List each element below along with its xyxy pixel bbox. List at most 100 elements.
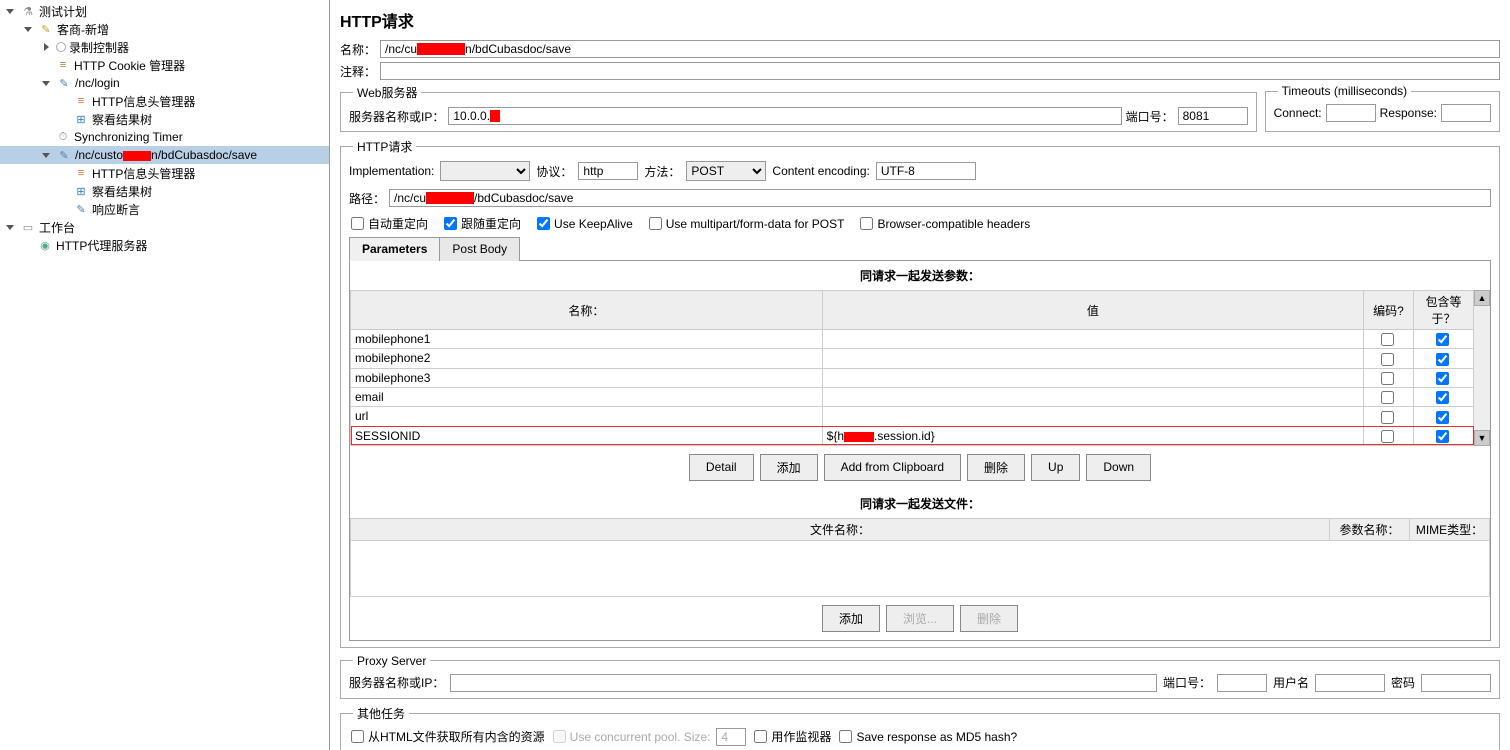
proxy-server-input[interactable] [450, 674, 1157, 692]
response-input[interactable] [1441, 104, 1491, 122]
expand-icon[interactable] [42, 43, 51, 52]
expand-icon[interactable] [6, 223, 15, 232]
port-input[interactable] [1178, 107, 1248, 125]
browser-compat-checkbox[interactable] [860, 217, 873, 230]
add-button[interactable]: 添加 [760, 454, 818, 481]
table-row[interactable]: mobilephone1 [351, 330, 1474, 349]
tree-icon [73, 183, 89, 199]
pool-checkbox [553, 730, 566, 743]
other-section: 其他任务 从HTML文件获取所有内含的资源 Use concurrent poo… [340, 705, 1500, 750]
proxy-section: Proxy Server 服务器名称或IP： 端口号： 用户名 密码 [340, 654, 1500, 699]
tree-node-selected[interactable]: /nc/custon/bdCubasdoc/save [0, 146, 329, 164]
expand-icon[interactable] [6, 7, 15, 16]
retrieve-checkbox[interactable] [351, 730, 364, 743]
table-row[interactable]: email [351, 387, 1474, 406]
clipboard-button[interactable]: Add from Clipboard [824, 454, 961, 481]
include-checkbox[interactable] [1436, 333, 1449, 346]
delete-button[interactable]: 删除 [967, 454, 1025, 481]
tab-parameters[interactable]: Parameters [349, 237, 440, 261]
scrollbar[interactable]: ▲ ▼ [1474, 290, 1490, 446]
tab-post-body[interactable]: Post Body [439, 237, 520, 261]
file-add-button[interactable]: 添加 [822, 605, 880, 632]
keep-alive-checkbox[interactable] [537, 217, 550, 230]
browse-button[interactable]: 浏览... [886, 605, 954, 632]
pool-size-input [716, 728, 746, 746]
label: 察看结果树 [92, 111, 152, 128]
label: 客商-新增 [57, 21, 109, 38]
method-select[interactable]: POST [686, 161, 766, 181]
tree-node[interactable]: Synchronizing Timer [0, 128, 329, 146]
tree-node[interactable]: HTTP信息头管理器 [0, 92, 329, 110]
request-icon [56, 147, 72, 163]
tree-node[interactable]: 察看结果树 [0, 110, 329, 128]
server-input[interactable]: 10.0.0. [448, 107, 1121, 125]
encode-checkbox[interactable] [1381, 372, 1394, 385]
connect-input[interactable] [1326, 104, 1376, 122]
tree-node[interactable]: 响应断言 [0, 200, 329, 218]
tree-node[interactable]: HTTP代理服务器 [0, 236, 329, 254]
desk-icon [20, 219, 36, 235]
include-checkbox[interactable] [1436, 372, 1449, 385]
encode-checkbox[interactable] [1381, 391, 1394, 404]
md5-checkbox[interactable] [839, 730, 852, 743]
proxy-user-input[interactable] [1315, 674, 1385, 692]
http-request-section: HTTP请求 Implementation: 协议： 方法： POST Cont… [340, 138, 1500, 648]
scroll-down-icon: ▼ [1474, 430, 1490, 446]
label: 测试计划 [39, 3, 87, 20]
table-row[interactable]: url [351, 407, 1474, 426]
file-delete-button[interactable]: 删除 [960, 605, 1018, 632]
table-row[interactable]: mobilephone2 [351, 349, 1474, 368]
flask-icon [20, 3, 36, 19]
timer-icon [55, 129, 71, 145]
include-checkbox[interactable] [1436, 430, 1449, 443]
table-row[interactable]: SESSIONID${h.session.id} [351, 426, 1474, 445]
include-checkbox[interactable] [1436, 353, 1449, 366]
encoding-input[interactable] [876, 162, 976, 180]
label: /nc/login [75, 76, 120, 90]
encode-checkbox[interactable] [1381, 411, 1394, 424]
include-checkbox[interactable] [1436, 411, 1449, 424]
tree-panel: 测试计划 客商-新增 录制控制器 HTTP Cookie 管理器 /nc/log… [0, 0, 330, 750]
path-input[interactable]: /nc/cu/bdCubasdoc/save [389, 189, 1491, 207]
label: 察看结果树 [92, 183, 152, 200]
tree-node[interactable]: 察看结果树 [0, 182, 329, 200]
include-checkbox[interactable] [1436, 391, 1449, 404]
encode-checkbox[interactable] [1381, 353, 1394, 366]
multipart-checkbox[interactable] [649, 217, 662, 230]
tree-node[interactable]: 客商-新增 [0, 20, 329, 38]
proxy-pass-input[interactable] [1421, 674, 1491, 692]
auto-redirect-checkbox[interactable] [351, 217, 364, 230]
detail-button[interactable]: Detail [689, 454, 754, 481]
tree-root[interactable]: 测试计划 [0, 2, 329, 20]
proxy-port-input[interactable] [1217, 674, 1267, 692]
cookie-icon [55, 57, 71, 73]
label: /nc/custon/bdCubasdoc/save [75, 148, 257, 162]
proto-input[interactable] [578, 162, 638, 180]
tree-icon [73, 111, 89, 127]
name-input[interactable]: /nc/cun/bdCubasdoc/save [380, 40, 1500, 58]
encode-checkbox[interactable] [1381, 333, 1394, 346]
web-server-section: Web服务器 服务器名称或IP： 10.0.0. 端口号： [340, 84, 1257, 132]
server-label: 服务器名称或IP： [349, 108, 444, 125]
tree-workbench[interactable]: 工作台 [0, 218, 329, 236]
tree-node[interactable]: HTTP信息头管理器 [0, 164, 329, 182]
page-title: HTTP请求 [340, 8, 1500, 32]
wand-icon [38, 21, 54, 37]
monitor-checkbox[interactable] [754, 730, 767, 743]
impl-select[interactable] [440, 161, 530, 181]
encode-checkbox[interactable] [1381, 430, 1394, 443]
up-button[interactable]: Up [1031, 454, 1080, 481]
timeout-section: Timeouts (milliseconds) Connect: Respons… [1265, 84, 1500, 132]
param-table: 名称： 值 编码? 包含等于？ mobilephone1mobilephone2… [350, 290, 1474, 446]
down-button[interactable]: Down [1086, 454, 1151, 481]
follow-redirect-checkbox[interactable] [444, 217, 457, 230]
tree-node[interactable]: /nc/login [0, 74, 329, 92]
expand-icon[interactable] [42, 151, 51, 160]
tree-node[interactable]: HTTP Cookie 管理器 [0, 56, 329, 74]
comment-input[interactable] [380, 62, 1500, 80]
tree-node[interactable]: 录制控制器 [0, 38, 329, 56]
table-row[interactable]: mobilephone3 [351, 368, 1474, 387]
expand-icon[interactable] [24, 25, 33, 34]
expand-icon[interactable] [42, 79, 51, 88]
label: HTTP代理服务器 [56, 237, 147, 254]
